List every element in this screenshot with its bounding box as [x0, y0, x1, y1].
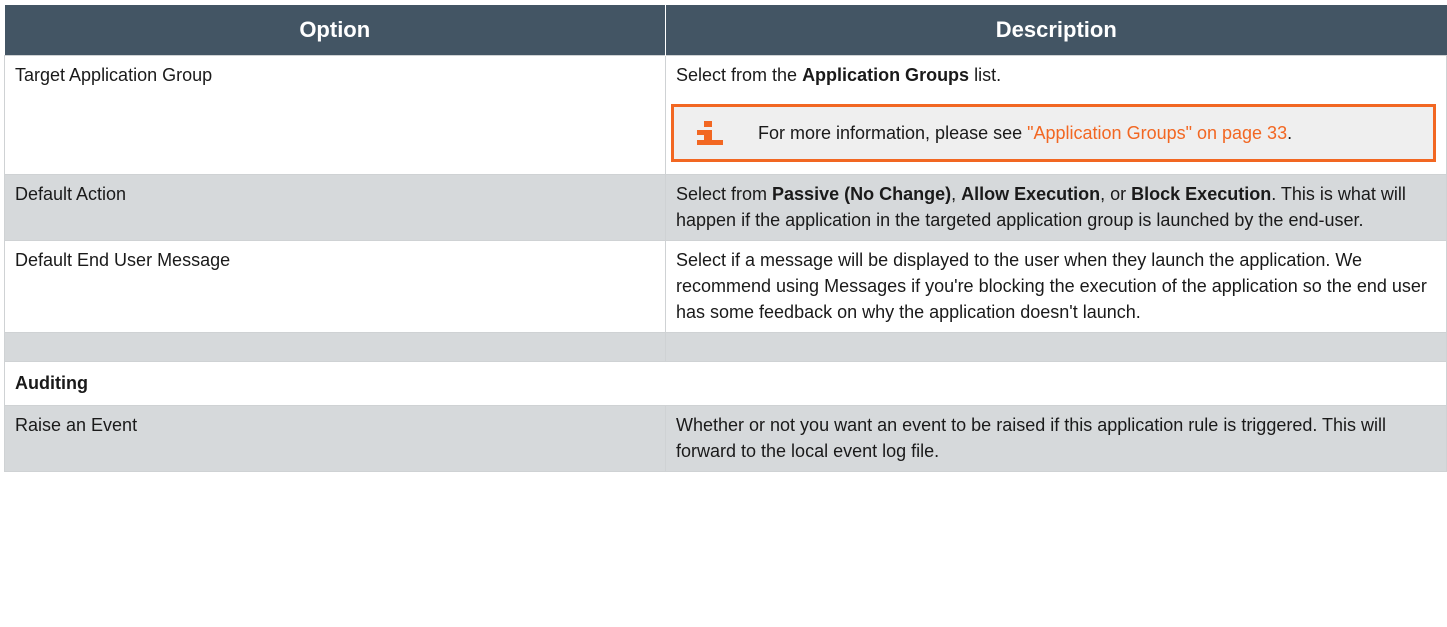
cross-reference-link[interactable]: "Application Groups" on page 33 — [1027, 123, 1287, 143]
description-text: Select from — [676, 184, 773, 204]
options-table: Option Description Target Application Gr… — [4, 5, 1447, 472]
info-icon — [692, 121, 728, 145]
option-cell: Target Application Group — [4, 55, 666, 175]
note-text: For more information, please see — [758, 123, 1028, 143]
table-row-default-action: Default Action Select from Passive (No C… — [4, 174, 1447, 241]
description-text: , or — [1100, 184, 1132, 204]
description-cell: Select if a message will be displayed to… — [665, 240, 1447, 333]
option-cell: Default Action — [4, 174, 666, 241]
header-option: Option — [4, 5, 666, 56]
description-cell: Select from Passive (No Change), Allow E… — [665, 174, 1447, 241]
description-text: list. — [969, 65, 1002, 85]
option-cell: Default End User Message — [4, 240, 666, 333]
note-text: . — [1287, 123, 1293, 143]
header-description: Description — [665, 5, 1447, 56]
info-note-text: For more information, please see "Applic… — [758, 115, 1419, 151]
table-row-raise-an-event: Raise an Event Whether or not you want a… — [4, 405, 1447, 472]
empty-cell — [665, 332, 1447, 362]
description-bold: Passive (No Change) — [772, 184, 952, 204]
description-text: , — [951, 184, 962, 204]
info-note: For more information, please see "Applic… — [671, 104, 1436, 162]
section-heading: Auditing — [4, 361, 1447, 406]
description-cell: Select from the Application Groups list.… — [665, 55, 1447, 175]
description-text: Select from the — [676, 65, 803, 85]
description-bold: Block Execution — [1131, 184, 1272, 204]
description-bold: Application Groups — [802, 65, 970, 85]
description-bold: Allow Execution — [961, 184, 1101, 204]
table-row-auditing-section: Auditing — [4, 361, 1447, 406]
header-row: Option Description — [4, 5, 1447, 56]
option-cell: Raise an Event — [4, 405, 666, 472]
table-row-default-end-user-message: Default End User Message Select if a mes… — [4, 240, 1447, 333]
table-row-empty — [4, 332, 1447, 362]
description-cell: Whether or not you want an event to be r… — [665, 405, 1447, 472]
empty-cell — [4, 332, 666, 362]
table-row-target-application-group: Target Application Group Select from the… — [4, 55, 1447, 175]
